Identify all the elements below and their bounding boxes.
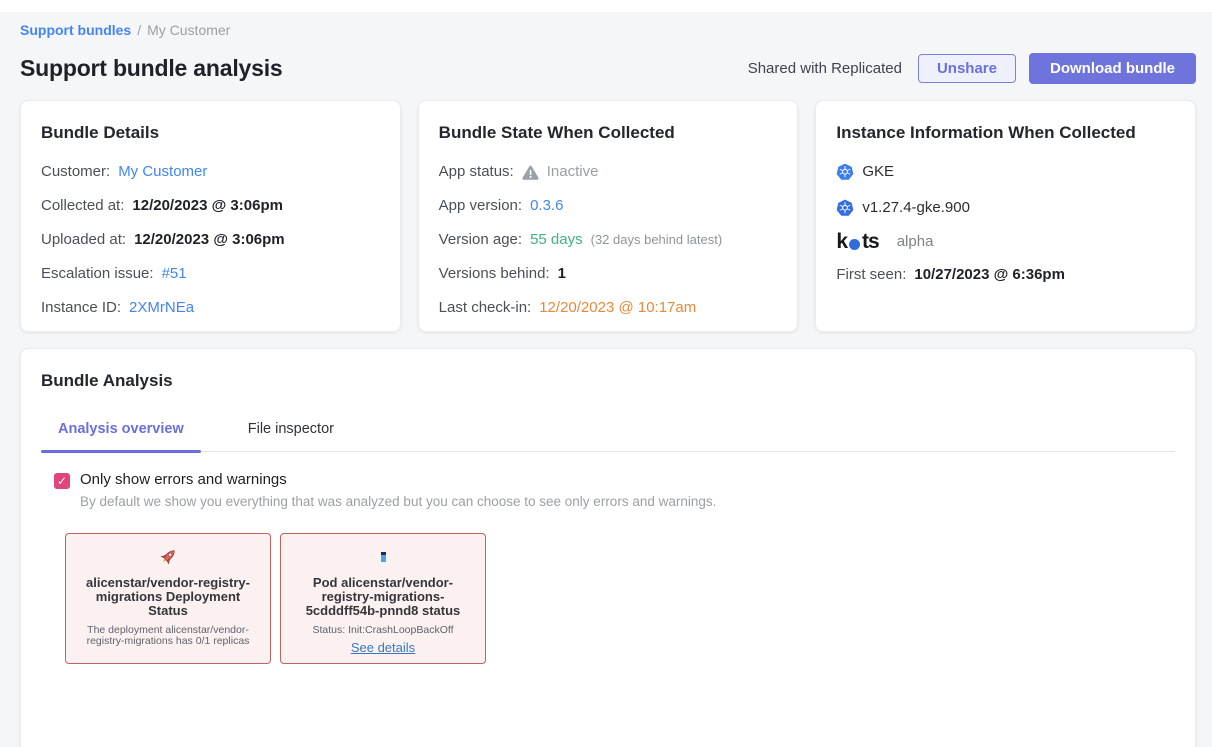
instance-info-title: Instance Information When Collected bbox=[836, 123, 1175, 143]
customer-link[interactable]: My Customer bbox=[118, 163, 207, 181]
versions-behind-row: Versions behind: 1 bbox=[439, 265, 778, 283]
analysis-result-message: Status: Init:CrashLoopBackOff bbox=[293, 625, 473, 636]
tab-analysis-overview[interactable]: Analysis overview bbox=[41, 421, 201, 451]
last-checkin-value: 12/20/2023 @ 10:17am bbox=[539, 299, 696, 317]
customer-label: Customer: bbox=[41, 163, 110, 181]
filter-description: By default we show you everything that w… bbox=[80, 494, 716, 509]
collected-at-value: 12/20/2023 @ 3:06pm bbox=[132, 197, 283, 215]
breadcrumb-current: My Customer bbox=[147, 22, 230, 38]
errors-warnings-filter: Only show errors and warnings By default… bbox=[54, 469, 1175, 509]
rocket-icon bbox=[157, 544, 179, 570]
info-cards-row: Bundle Details Customer: My Customer Col… bbox=[20, 100, 1196, 332]
support-bundle-page: Support bundles / My Customer Support bu… bbox=[0, 12, 1212, 747]
k8s-version-value: v1.27.4-gke.900 bbox=[862, 199, 970, 217]
versions-behind-value: 1 bbox=[558, 265, 566, 283]
filter-text: Only show errors and warnings By default… bbox=[80, 469, 716, 509]
page-title: Support bundle analysis bbox=[20, 55, 283, 82]
uploaded-at-row: Uploaded at: 12/20/2023 @ 3:06pm bbox=[41, 231, 380, 249]
first-seen-label: First seen: bbox=[836, 266, 906, 284]
app-status-row: App status: Inactive bbox=[439, 163, 778, 181]
bundle-analysis-card: Bundle Analysis Analysis overview File i… bbox=[20, 348, 1196, 747]
instance-id-label: Instance ID: bbox=[41, 299, 121, 317]
bundle-state-title: Bundle State When Collected bbox=[439, 123, 778, 143]
uploaded-at-label: Uploaded at: bbox=[41, 231, 126, 249]
app-version-row: App version: 0.3.6 bbox=[439, 197, 778, 215]
kots-logo-dot-icon bbox=[849, 239, 860, 250]
first-seen-row: First seen: 10/27/2023 @ 6:36pm bbox=[836, 266, 1175, 284]
analysis-results: alicenstar/vendor-registry-migrations De… bbox=[65, 533, 1175, 664]
kubernetes-icon bbox=[836, 199, 854, 217]
analysis-result-title: Pod alicenstar/vendor-registry-migration… bbox=[293, 576, 473, 618]
analysis-result-card-deployment: alicenstar/vendor-registry-migrations De… bbox=[65, 533, 271, 664]
tab-file-inspector[interactable]: File inspector bbox=[231, 421, 351, 451]
see-details-link[interactable]: See details bbox=[351, 640, 415, 655]
app-version-link[interactable]: 0.3.6 bbox=[530, 197, 563, 215]
breadcrumb-separator: / bbox=[137, 22, 141, 38]
version-age-row: Version age: 55 days (32 days behind lat… bbox=[439, 231, 778, 249]
download-bundle-button[interactable]: Download bundle bbox=[1029, 53, 1196, 84]
unshare-button[interactable]: Unshare bbox=[918, 54, 1016, 83]
app-version-label: App version: bbox=[439, 197, 522, 215]
uploaded-at-value: 12/20/2023 @ 3:06pm bbox=[134, 231, 285, 249]
versions-behind-label: Versions behind: bbox=[439, 265, 550, 283]
analysis-result-message: The deployment alicenstar/vendor-registr… bbox=[78, 625, 258, 647]
distribution-row: GKE bbox=[836, 163, 1175, 181]
app-status-label: App status: bbox=[439, 163, 514, 181]
app-status-value: Inactive bbox=[547, 163, 599, 181]
version-age-label: Version age: bbox=[439, 231, 522, 249]
version-age-value: 55 days bbox=[530, 231, 583, 249]
collected-at-label: Collected at: bbox=[41, 197, 124, 215]
bundle-details-card: Bundle Details Customer: My Customer Col… bbox=[20, 100, 401, 332]
header-actions: Shared with Replicated Unshare Download … bbox=[748, 53, 1196, 84]
version-age-note: (32 days behind latest) bbox=[591, 231, 723, 249]
shared-status-text: Shared with Replicated bbox=[748, 60, 902, 77]
last-checkin-row: Last check-in: 12/20/2023 @ 10:17am bbox=[439, 299, 778, 317]
only-errors-checkbox[interactable] bbox=[54, 473, 70, 489]
bundle-state-card: Bundle State When Collected App status: … bbox=[418, 100, 799, 332]
filter-label[interactable]: Only show errors and warnings bbox=[80, 469, 716, 491]
instance-id-link[interactable]: 2XMrNEa bbox=[129, 299, 194, 317]
first-seen-value: 10/27/2023 @ 6:36pm bbox=[914, 266, 1065, 284]
collected-at-row: Collected at: 12/20/2023 @ 3:06pm bbox=[41, 197, 380, 215]
analysis-result-title: alicenstar/vendor-registry-migrations De… bbox=[78, 576, 258, 618]
analysis-tabs: Analysis overview File inspector bbox=[41, 421, 1175, 452]
top-strip bbox=[0, 0, 1212, 12]
customer-row: Customer: My Customer bbox=[41, 163, 380, 181]
pod-icon bbox=[381, 544, 386, 570]
escalation-issue-row: Escalation issue: #51 bbox=[41, 265, 380, 283]
instance-info-card: Instance Information When Collected GKE bbox=[815, 100, 1196, 332]
breadcrumb: Support bundles / My Customer bbox=[20, 22, 1196, 38]
kots-channel-value: alpha bbox=[897, 233, 934, 251]
instance-id-row: Instance ID: 2XMrNEa bbox=[41, 299, 380, 317]
bundle-analysis-title: Bundle Analysis bbox=[41, 371, 1175, 391]
last-checkin-label: Last check-in: bbox=[439, 299, 532, 317]
gke-kubernetes-icon bbox=[836, 163, 854, 181]
breadcrumb-support-bundles-link[interactable]: Support bundles bbox=[20, 22, 131, 38]
kots-row: kts alpha bbox=[836, 233, 1175, 251]
bundle-details-title: Bundle Details bbox=[41, 123, 380, 143]
distribution-value: GKE bbox=[862, 163, 894, 181]
escalation-issue-link[interactable]: #51 bbox=[162, 265, 187, 283]
analysis-result-card-pod-status: Pod alicenstar/vendor-registry-migration… bbox=[280, 533, 486, 664]
warning-icon bbox=[522, 165, 539, 180]
page-header: Support bundle analysis Shared with Repl… bbox=[20, 53, 1196, 84]
k8s-version-row: v1.27.4-gke.900 bbox=[836, 199, 1175, 217]
escalation-issue-label: Escalation issue: bbox=[41, 265, 154, 283]
kots-logo: kts bbox=[836, 233, 878, 251]
